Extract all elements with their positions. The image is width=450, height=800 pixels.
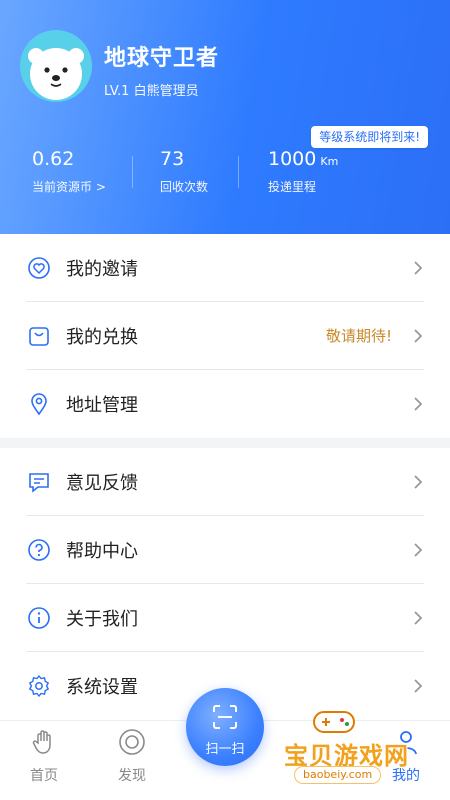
scan-button[interactable]: 扫一扫 bbox=[186, 688, 264, 766]
menu-item-invitations[interactable]: 我的邀请 bbox=[26, 234, 424, 302]
gear-icon bbox=[26, 673, 52, 699]
menu-item-label: 帮助中心 bbox=[66, 540, 138, 562]
tab-home[interactable]: 首页 bbox=[14, 727, 74, 785]
stat-label: 当前资源币 > bbox=[32, 180, 106, 194]
shopping-bag-icon bbox=[26, 323, 52, 349]
hand-icon bbox=[29, 727, 59, 757]
profile-header: 地球守卫者 LV.1 白熊管理员 等级系统即将到来! 0.62 当前资源币 > … bbox=[0, 0, 450, 234]
section-divider bbox=[0, 438, 450, 448]
level-coming-badge: 等级系统即将到来! bbox=[311, 126, 428, 148]
stat-value: 0.62 bbox=[32, 148, 75, 170]
tab-discover[interactable]: 发现 bbox=[102, 727, 162, 785]
stat-value: 1000 bbox=[268, 148, 317, 170]
gamepad-icon bbox=[313, 711, 355, 733]
watermark-url: baobeiy.com bbox=[294, 766, 382, 784]
menu-item-help[interactable]: 帮助中心 bbox=[26, 516, 424, 584]
menu-item-feedback[interactable]: 意见反馈 bbox=[26, 448, 424, 516]
info-icon bbox=[26, 605, 52, 631]
avatar[interactable] bbox=[20, 30, 92, 102]
stat-unit: Km bbox=[320, 155, 339, 168]
menu-item-label: 关于我们 bbox=[66, 608, 138, 630]
stat-resource-coins[interactable]: 0.62 当前资源币 > bbox=[32, 148, 106, 195]
menu-item-label: 地址管理 bbox=[66, 395, 138, 416]
stat-recycle-count: 73 回收次数 bbox=[160, 148, 208, 195]
stat-divider bbox=[132, 156, 133, 188]
polar-bear-icon bbox=[28, 48, 84, 100]
stat-label: 回收次数 bbox=[160, 180, 209, 194]
tab-label: 发现 bbox=[118, 768, 146, 784]
help-icon bbox=[26, 537, 52, 563]
chevron-right-icon bbox=[412, 542, 424, 558]
menu-item-about[interactable]: 关于我们 bbox=[26, 584, 424, 652]
stat-value: 73 bbox=[160, 148, 185, 170]
chevron-right-icon bbox=[412, 396, 424, 412]
stats-bar: 0.62 当前资源币 > 73 回收次数 1000 Km 投递里程 bbox=[0, 148, 450, 200]
menu-item-label: 我的邀请 bbox=[66, 258, 138, 280]
coming-soon-note: 敬请期待! bbox=[325, 327, 392, 345]
stat-divider bbox=[238, 156, 239, 188]
tab-label: 首页 bbox=[30, 768, 58, 784]
menu-item-label: 系统设置 bbox=[66, 677, 138, 698]
heart-icon bbox=[26, 255, 52, 281]
feedback-icon bbox=[26, 469, 52, 495]
scan-icon bbox=[213, 705, 237, 729]
chevron-right-icon bbox=[412, 328, 424, 344]
menu-item-label: 意见反馈 bbox=[66, 472, 138, 494]
menu-item-label: 我的兑换 bbox=[66, 326, 138, 348]
menu-item-exchange[interactable]: 我的兑换 敬请期待! bbox=[26, 302, 424, 370]
scan-label: 扫一扫 bbox=[205, 742, 245, 757]
stat-delivery-distance: 1000 Km 投递里程 bbox=[268, 148, 338, 195]
chevron-right-icon bbox=[412, 610, 424, 626]
location-pin-icon bbox=[26, 391, 52, 417]
user-level: LV.1 白熊管理员 bbox=[104, 84, 199, 99]
chevron-right-icon bbox=[412, 678, 424, 694]
username: 地球守卫者 bbox=[104, 46, 220, 71]
menu-item-address[interactable]: 地址管理 bbox=[26, 370, 424, 438]
chevron-right-icon bbox=[412, 260, 424, 276]
chevron-right-icon bbox=[412, 474, 424, 490]
watermark: 宝贝游戏网 baobeiy.com bbox=[262, 706, 432, 796]
eye-icon bbox=[117, 727, 147, 757]
stat-label: 投递里程 bbox=[268, 180, 317, 194]
settings-menu: 我的邀请 我的兑换 敬请期待! 地址管理 意见反馈 帮助中心 关于我们 系统设置 bbox=[0, 234, 450, 720]
